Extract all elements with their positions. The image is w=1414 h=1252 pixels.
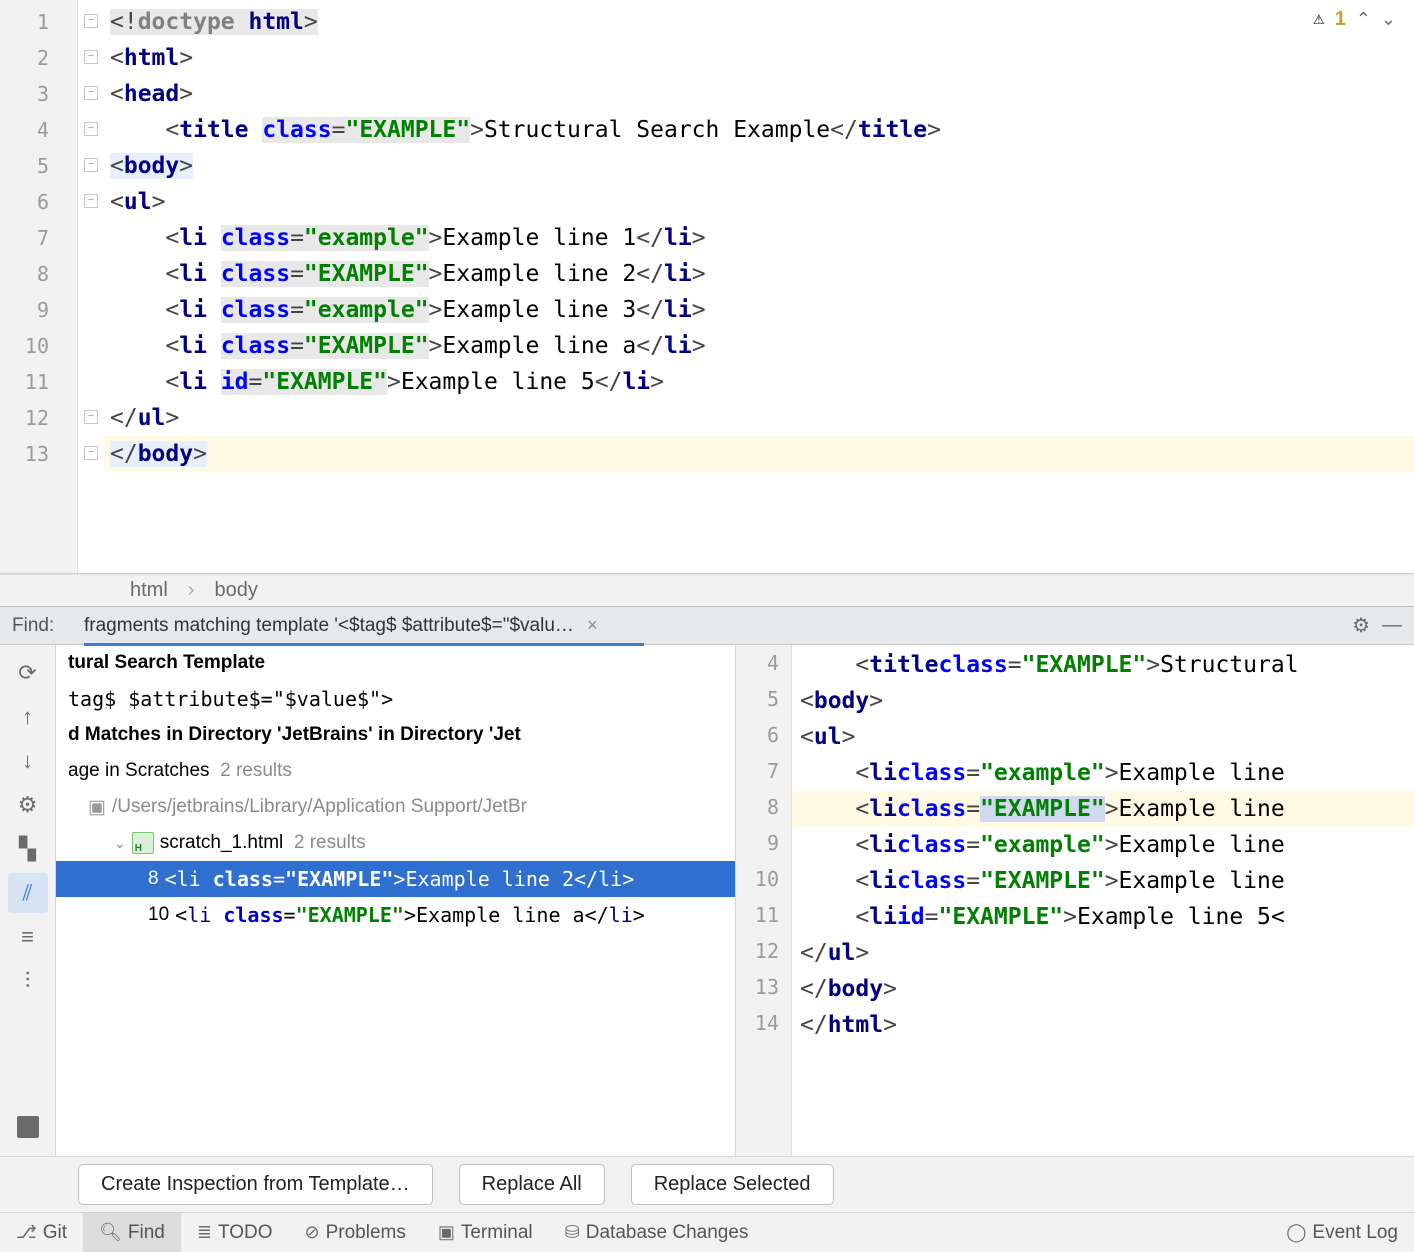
search-icon: 🔍︎: [99, 1222, 122, 1243]
find-preview[interactable]: 4567891011121314 <title class="EXAMPLE">…: [736, 645, 1414, 1156]
status-problems[interactable]: ⊘Problems: [289, 1213, 422, 1252]
matches-heading: d Matches in Directory 'JetBrains' in Di…: [68, 724, 521, 746]
status-event-log[interactable]: ◯Event Log: [1270, 1213, 1414, 1252]
file-node[interactable]: ⌄ scratch_1.html 2 results: [56, 825, 735, 861]
find-results-tree[interactable]: tural Search Template tag$ $attribute$="…: [56, 645, 736, 1156]
editor-code[interactable]: <!doctype html><html><head> <title class…: [104, 0, 1414, 573]
database-icon: ⛁: [565, 1222, 580, 1243]
find-footer: Create Inspection from Template… Replace…: [0, 1156, 1414, 1212]
status-todo[interactable]: ≣TODO: [181, 1213, 289, 1252]
event-log-icon: ◯: [1286, 1222, 1306, 1243]
problems-icon: ⊘: [305, 1222, 320, 1243]
template-title: tural Search Template: [68, 652, 265, 674]
warning-count: 1: [1335, 8, 1346, 31]
breadcrumb[interactable]: html › body: [0, 574, 1414, 606]
find-toolbar: ⟳ ↑ ↓ ⚙ ▚ ⫽ ≡ ⫶: [0, 645, 56, 1156]
main-editor: 12345678910111213 −−−−−−−− <!doctype htm…: [0, 0, 1414, 574]
html-file-icon: [132, 832, 154, 854]
status-find[interactable]: 🔍︎Find: [83, 1213, 181, 1252]
filter-icon[interactable]: ⫽: [8, 873, 48, 913]
group-icon[interactable]: ⫶: [8, 961, 48, 1001]
prev-highlight-icon[interactable]: ⌃: [1356, 9, 1371, 30]
replace-selected-button[interactable]: Replace Selected: [631, 1164, 834, 1205]
status-git[interactable]: ⎇Git: [0, 1213, 83, 1252]
list-icon: ≣: [197, 1222, 212, 1243]
usage-group[interactable]: age in Scratches 2 results: [56, 753, 735, 789]
gear-icon[interactable]: ⚙: [1352, 613, 1370, 638]
create-inspection-button[interactable]: Create Inspection from Template…: [78, 1164, 433, 1205]
fold-column: −−−−−−−−: [78, 0, 104, 573]
collapse-icon[interactable]: ▚: [8, 829, 48, 869]
template-pattern: tag$ $attribute$="$value$">: [68, 687, 393, 711]
status-bar: ⎇Git 🔍︎Find ≣TODO ⊘Problems ▣Terminal ⛁D…: [0, 1212, 1414, 1252]
next-highlight-icon[interactable]: ⌄: [1381, 9, 1396, 30]
inspection-widget[interactable]: ⚠ 1 ⌃ ⌄: [1313, 8, 1396, 31]
warning-icon: ⚠: [1313, 12, 1325, 28]
preview-toggle-icon[interactable]: [17, 1116, 39, 1138]
git-branch-icon: ⎇: [16, 1222, 37, 1243]
expand-icon[interactable]: ≡: [8, 917, 48, 957]
find-query-tab[interactable]: fragments matching template '<$tag$ $att…: [84, 615, 1340, 637]
find-label: Find:: [12, 615, 84, 637]
minimize-icon[interactable]: —: [1382, 614, 1402, 637]
close-tab-icon[interactable]: ×: [587, 615, 598, 635]
terminal-icon: ▣: [438, 1222, 455, 1243]
chevron-down-icon[interactable]: ⌄: [114, 835, 126, 852]
folder-node[interactable]: ▣ /Users/jetbrains/Library/Application S…: [56, 789, 735, 825]
status-db[interactable]: ⛁Database Changes: [549, 1213, 765, 1252]
result-row[interactable]: 10 <li class="EXAMPLE">Example line a</l…: [56, 897, 735, 933]
find-tool-window: Find: fragments matching template '<$tag…: [0, 606, 1414, 1212]
status-terminal[interactable]: ▣Terminal: [422, 1213, 549, 1252]
replace-all-button[interactable]: Replace All: [459, 1164, 605, 1205]
find-header: Find: fragments matching template '<$tag…: [0, 607, 1414, 645]
rerun-icon[interactable]: ⟳: [8, 653, 48, 693]
breadcrumb-item[interactable]: body: [214, 579, 257, 602]
next-result-icon[interactable]: ↓: [8, 741, 48, 781]
folder-icon: ▣: [88, 796, 106, 819]
prev-result-icon[interactable]: ↑: [8, 697, 48, 737]
breadcrumb-separator-icon: ›: [188, 579, 195, 602]
settings-icon[interactable]: ⚙: [8, 785, 48, 825]
result-row[interactable]: 8 <li class="EXAMPLE">Example line 2</li…: [56, 861, 735, 897]
breadcrumb-item[interactable]: html: [130, 579, 168, 602]
editor-gutter: 12345678910111213: [0, 0, 78, 573]
